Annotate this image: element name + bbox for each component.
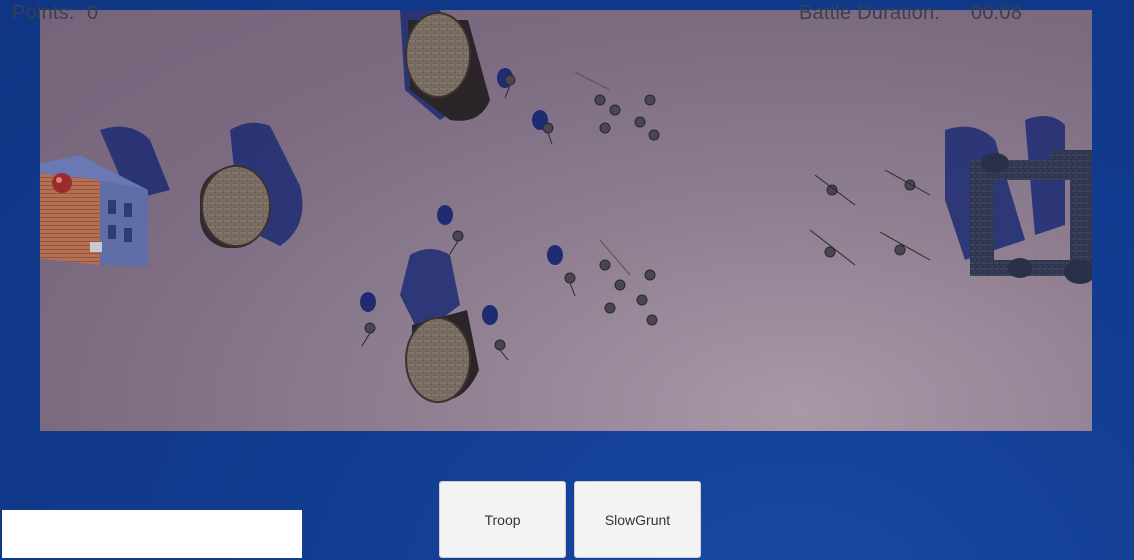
battlefield-scene (40, 10, 1092, 403)
spawn-slowgrunt-button[interactable]: SlowGrunt (574, 481, 701, 558)
spawn-troop-button[interactable]: Troop (439, 481, 566, 558)
enemy-castle[interactable] (970, 150, 1092, 284)
stone-tower-top[interactable] (405, 12, 490, 121)
battlefield[interactable] (40, 10, 1092, 431)
battle-duration-value: 00:08 (971, 2, 1023, 24)
enemy-unit-group (809, 169, 931, 266)
stone-tower-left[interactable] (200, 165, 271, 248)
stone-tower-bottom[interactable] (405, 310, 479, 403)
troop-unit-group-top (497, 68, 660, 145)
troop-unit-group-middle (437, 205, 658, 326)
points-value: 0 (87, 2, 99, 24)
battle-duration-label: Battle Duration: (799, 2, 941, 24)
points-label: Points: (12, 2, 75, 24)
info-panel (2, 510, 302, 558)
